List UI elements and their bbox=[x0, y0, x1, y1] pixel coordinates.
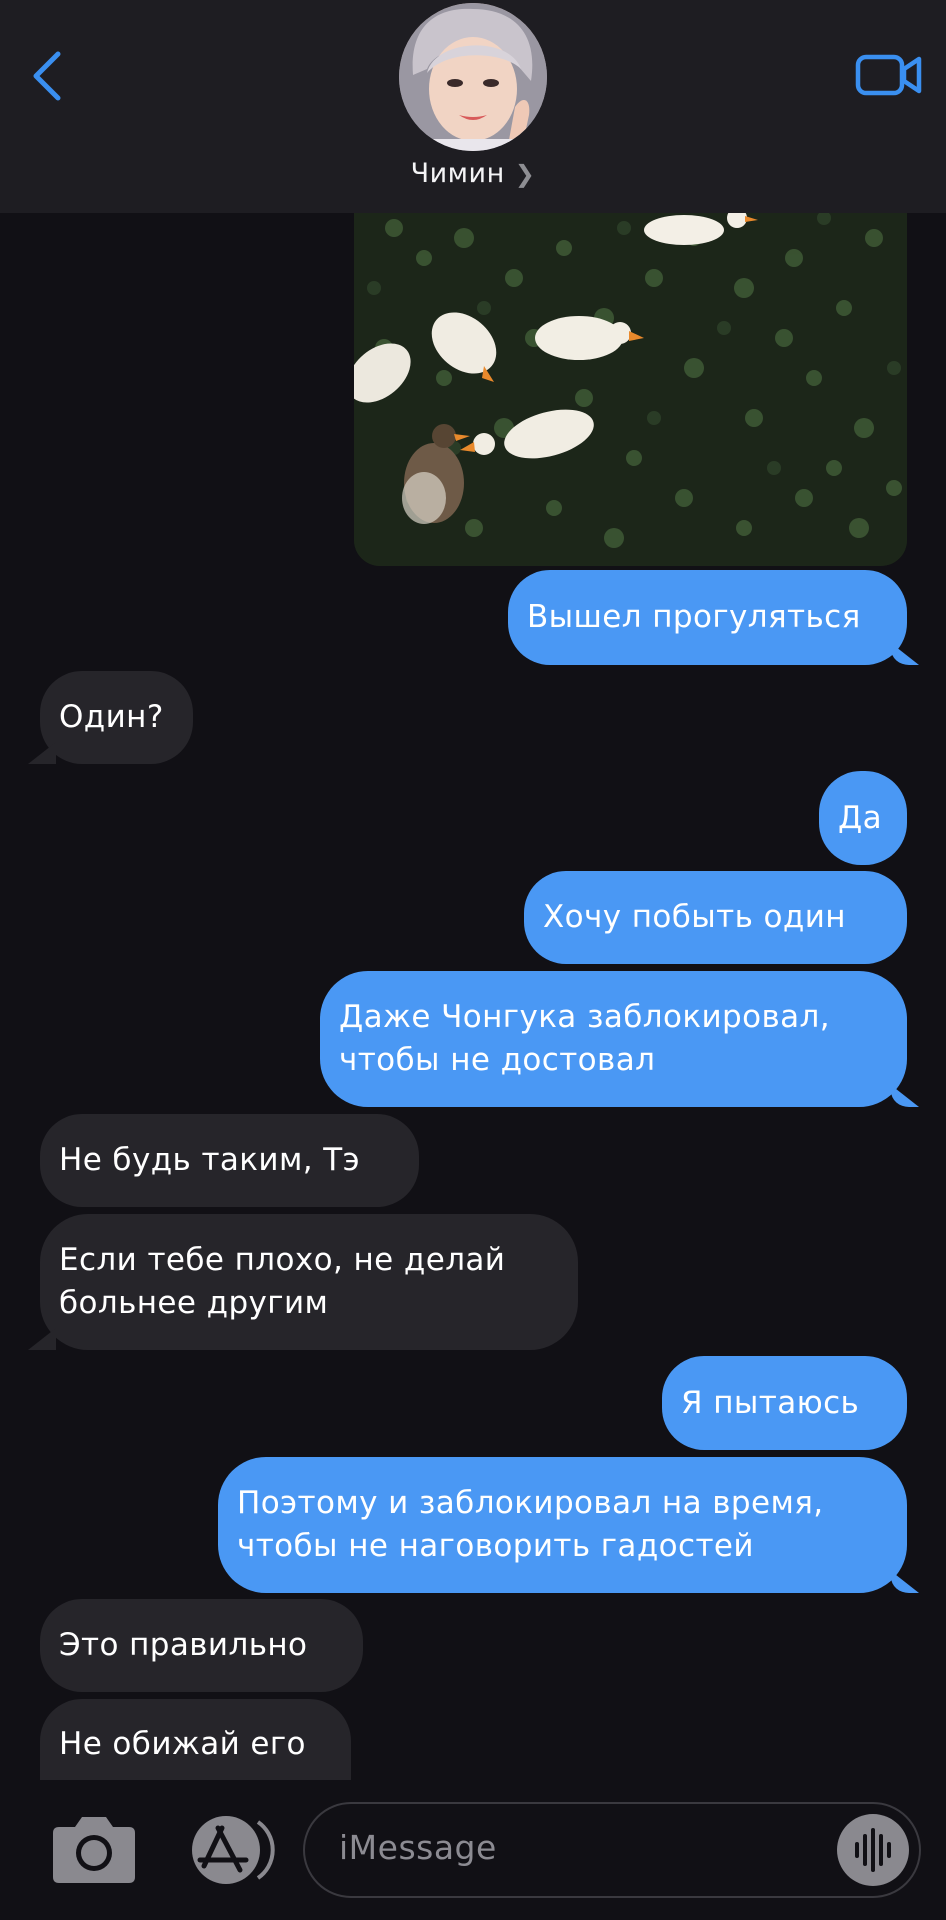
message-bubble-outgoing[interactable]: Я пытаюсь bbox=[662, 1356, 907, 1450]
message-text: Я пытаюсь bbox=[681, 1384, 860, 1421]
message-line: Даже Чонгука заблокировал, bbox=[339, 999, 830, 1035]
message-text: Хочу побыть один bbox=[543, 899, 846, 935]
message-bubble-incoming[interactable]: Не обижай его bbox=[40, 1699, 351, 1781]
message-text: Даже Чонгука заблокировал, чтобы не дост… bbox=[339, 996, 830, 1082]
contact-name[interactable]: Чимин ❯ bbox=[0, 158, 946, 189]
message-text: Да bbox=[838, 799, 883, 836]
message-line: Если тебе плохо, не делай bbox=[59, 1242, 506, 1278]
message-input-placeholder: iMessage bbox=[339, 1828, 497, 1867]
message-text: Если тебе плохо, не делай больнее другим bbox=[59, 1239, 505, 1325]
message-line: чтобы не достовал bbox=[339, 1042, 656, 1078]
camera-icon[interactable] bbox=[49, 1815, 139, 1885]
conversation-header: Чимин ❯ bbox=[0, 0, 946, 213]
contact-name-label: Чимин bbox=[410, 158, 505, 189]
message-bubble-incoming[interactable]: Один? bbox=[40, 671, 193, 764]
message-bubble-outgoing[interactable]: Вышел прогуляться bbox=[508, 570, 907, 665]
duck-pond-photo[interactable] bbox=[354, 198, 907, 566]
message-text: Поэтому и заблокировал на время, чтобы н… bbox=[237, 1482, 824, 1568]
message-bubble-incoming[interactable]: Если тебе плохо, не делай больнее другим bbox=[40, 1214, 578, 1350]
contact-avatar[interactable] bbox=[399, 3, 547, 151]
avatar-portrait bbox=[399, 3, 547, 151]
message-bubble-outgoing[interactable]: Хочу побыть один bbox=[524, 871, 907, 964]
message-bubble-outgoing[interactable]: Поэтому и заблокировал на время, чтобы н… bbox=[218, 1457, 907, 1593]
message-bubble-outgoing[interactable]: Да bbox=[819, 771, 907, 865]
app-store-icon[interactable] bbox=[184, 1814, 282, 1886]
message-bubble-incoming[interactable]: Не будь таким, Тэ bbox=[40, 1114, 419, 1207]
message-line: Поэтому и заблокировал на время, bbox=[237, 1485, 824, 1521]
message-line: больнее другим bbox=[59, 1285, 329, 1321]
chevron-right-icon: ❯ bbox=[514, 160, 536, 188]
waveform-icon[interactable] bbox=[837, 1814, 909, 1886]
message-line: чтобы не наговорить гадостей bbox=[237, 1528, 754, 1564]
message-bubble-outgoing[interactable]: Даже Чонгука заблокировал, чтобы не дост… bbox=[320, 971, 907, 1107]
video-camera-icon[interactable] bbox=[855, 52, 923, 98]
chevron-left-icon[interactable] bbox=[28, 48, 68, 104]
message-input[interactable]: iMessage bbox=[303, 1802, 921, 1898]
message-text: Не обижай его bbox=[59, 1725, 306, 1762]
photo-image bbox=[354, 198, 907, 566]
waveform-glyph bbox=[855, 1828, 891, 1872]
message-text: Это правильно bbox=[59, 1627, 308, 1663]
message-text: Не будь таким, Тэ bbox=[59, 1142, 361, 1178]
message-text: Вышел прогуляться bbox=[527, 599, 861, 635]
message-text: Один? bbox=[59, 699, 164, 735]
message-bubble-incoming[interactable]: Это правильно bbox=[40, 1599, 363, 1692]
